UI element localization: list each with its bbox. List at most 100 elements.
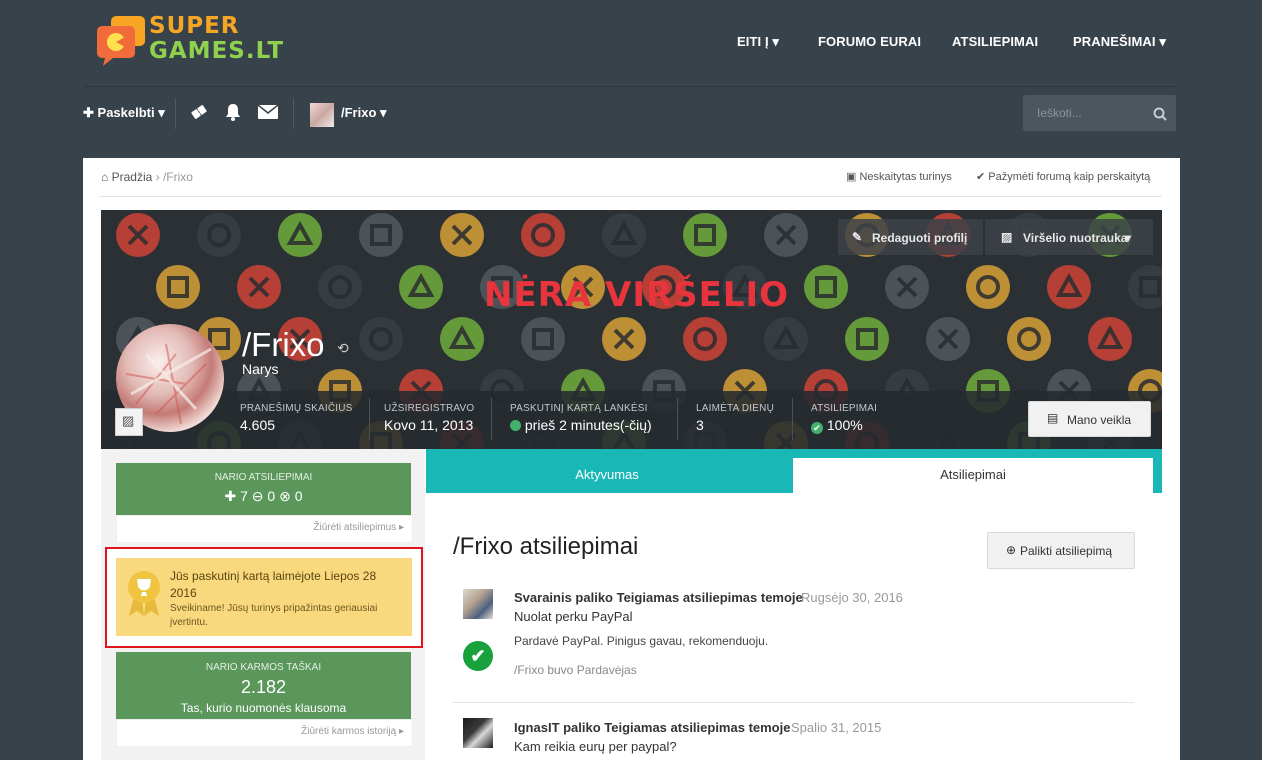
user-avatar[interactable]: [310, 103, 334, 127]
link-label: Žiūrėti atsiliepimus: [313, 522, 397, 533]
stat-label: UŽSIREGISTRAVO: [384, 403, 475, 414]
caret-down-icon: ▾: [158, 105, 165, 120]
pencil-icon: ✎: [852, 230, 863, 244]
logo-icon: [97, 16, 145, 66]
karma-title: NARIO KARMOS TAŠKAI: [205, 662, 322, 673]
positive-count: 7: [240, 488, 248, 504]
stat-last-visit: PASKUTINĮ KARTĄ LANKĖSI prieš 2 minutes(…: [510, 403, 652, 433]
negative-count: 0: [294, 488, 303, 504]
nav-go-to[interactable]: EITI Į ▾: [737, 34, 779, 50]
breadcrumb-home[interactable]: Pradžia: [112, 170, 153, 184]
author-avatar[interactable]: [463, 718, 493, 748]
stat-value: prieš 2 minutes(-čių): [524, 417, 652, 433]
home-icon: ⌂: [101, 170, 109, 184]
stat-value: 4.605: [240, 417, 276, 433]
no-cover-text: NĖRA VIRŠELIO: [484, 275, 790, 315]
stat-value: Kovo 11, 2013: [384, 417, 474, 433]
negative-icon: ⊗: [279, 488, 291, 504]
logo-text-top: SUPER: [149, 13, 240, 39]
karma-subtitle: Tas, kurio nuomonės klausoma: [180, 701, 347, 715]
author-avatar[interactable]: [463, 589, 493, 619]
breadcrumb-divider: [99, 196, 1162, 197]
cover-photo-button[interactable]: ▨ Viršelio nuotrauka ▾: [985, 219, 1153, 255]
karma-link-row: Žiūrėti karmos istoriją ▸: [116, 719, 413, 747]
tab-feedback[interactable]: Atsiliepimai: [793, 458, 1153, 493]
breadcrumb-current: /Frixo: [162, 170, 193, 184]
stat-separator: [677, 398, 678, 440]
separator: [293, 98, 294, 129]
entry-divider: [452, 702, 1134, 703]
envelope-icon[interactable]: [257, 104, 279, 124]
bell-icon[interactable]: [224, 103, 242, 126]
stat-label: ATSILIEPIMAI: [811, 403, 878, 414]
caret-down-icon: ▾: [1159, 34, 1166, 49]
feedback-comment: Pardavė PayPal. Pinigus gavau, rekomendu…: [514, 634, 769, 648]
neutral-count: 0: [267, 488, 276, 504]
stat-separator: [491, 398, 492, 440]
mark-read-label: Pažymėti forumą kaip perskaitytą: [988, 171, 1151, 183]
nav-notifications[interactable]: PRANEŠIMAI ▾: [1073, 34, 1166, 50]
ticket-icon[interactable]: [190, 103, 208, 126]
feedback-date: Rugsėjo 30, 2016: [801, 590, 903, 605]
cover-photo-label: Viršelio nuotrauka: [1023, 231, 1128, 245]
plus-circle-icon: ⊕: [1006, 543, 1017, 557]
my-activity-button[interactable]: ▤ Mano veikla: [1028, 401, 1151, 437]
feedback-summary: NARIO ATSILIEPIMAI ✚ 7 ⊖ 0 ⊗ 0: [116, 463, 411, 515]
positive-icon: ✚: [224, 488, 237, 504]
neutral-icon: ⊖: [251, 488, 264, 504]
stat-joined: UŽSIREGISTRAVO Kovo 11, 2013: [384, 403, 474, 433]
id-card-icon: ▤: [1047, 411, 1059, 425]
feedback-topic[interactable]: Nuolat perku PayPal: [514, 609, 633, 624]
nav-forum-euros[interactable]: FORUMO EURAI: [818, 34, 921, 50]
history-icon[interactable]: ⟲: [337, 340, 349, 357]
stat-posts: PRANEŠIMŲ SKAIČIUS 4.605: [240, 403, 353, 433]
stat-value: 3: [696, 417, 704, 433]
site-logo[interactable]: SUPER GAMES.LT: [97, 13, 283, 66]
stat-value: 100%: [826, 417, 863, 433]
trophy-icon: [128, 571, 160, 616]
check-circle-icon: ✔: [811, 422, 823, 434]
unread-content-link[interactable]: ▣ Neskaitytas turinys: [846, 170, 952, 183]
username: /Frixo: [341, 105, 377, 120]
stat-days-won: LAIMĖTA DIENŲ 3: [696, 403, 774, 433]
feedback-topic[interactable]: Kam reikia eurų per paypal?: [514, 739, 677, 754]
online-indicator-icon: [510, 420, 521, 431]
unread-label: Neskaitytas turinys: [859, 171, 952, 183]
feedback-title: NARIO ATSILIEPIMAI: [214, 472, 313, 483]
image-icon: ▨: [1001, 230, 1013, 244]
search-input[interactable]: Ieškoti...: [1023, 95, 1176, 131]
feedback-heading: /Frixo atsiliepimai: [453, 533, 639, 560]
view-karma-link[interactable]: Žiūrėti karmos istoriją ▸: [117, 726, 404, 737]
header-divider: [83, 86, 1176, 87]
profile-name: /Frixo: [242, 326, 325, 363]
breadcrumb-separator: ›: [155, 170, 160, 184]
post-label: Paskelbti: [97, 105, 155, 120]
edit-profile-label: Redaguoti profilį: [872, 231, 968, 245]
caret-down-icon: ▾: [1125, 231, 1132, 245]
edit-profile-button[interactable]: ✎ Redaguoti profilį: [838, 219, 983, 255]
karma-value: 2.182: [240, 677, 287, 697]
nav-feedback[interactable]: ATSILIEPIMAI: [952, 34, 1038, 50]
search-placeholder: Ieškoti...: [1037, 106, 1082, 120]
post-button[interactable]: ✚ Paskelbti ▾: [83, 105, 165, 121]
view-feedback-link[interactable]: Žiūrėti atsiliepimus ▸: [117, 522, 404, 533]
feedback-date: Spalio 31, 2015: [791, 720, 882, 735]
activity-label: Mano veikla: [1067, 413, 1132, 427]
karma-box: NARIO KARMOS TAŠKAI 2.182 Tas, kurio nuo…: [116, 652, 411, 719]
change-photo-button[interactable]: ▨: [115, 408, 143, 436]
breadcrumb: ⌂ Pradžia › /Frixo: [101, 170, 193, 184]
feedback-link-row: Žiūrėti atsiliepimus ▸: [116, 515, 413, 543]
user-menu[interactable]: /Frixo ▾: [341, 105, 387, 121]
tab-activity[interactable]: Aktyvumas: [426, 458, 788, 492]
feedback-role: /Frixo buvo Pardavėjas: [514, 663, 637, 677]
leave-feedback-button[interactable]: ⊕ Palikti atsiliepimą: [987, 532, 1135, 569]
profile-group: Narys: [242, 361, 279, 377]
mark-read-link[interactable]: ✔ Pažymėti forumą kaip perskaitytą: [976, 170, 1150, 183]
feedback-author[interactable]: IgnasIT paliko Teigiamas atsiliepimas te…: [514, 720, 790, 735]
search-icon[interactable]: [1153, 107, 1167, 121]
link-label: Žiūrėti karmos istoriją: [301, 726, 397, 737]
award-text: Sveikiname! Jūsų turinys pripažintas ger…: [170, 603, 378, 628]
feedback-author[interactable]: Svarainis paliko Teigiamas atsiliepimas …: [514, 590, 803, 605]
stat-separator: [369, 398, 370, 440]
stat-label: LAIMĖTA DIENŲ: [696, 403, 774, 414]
